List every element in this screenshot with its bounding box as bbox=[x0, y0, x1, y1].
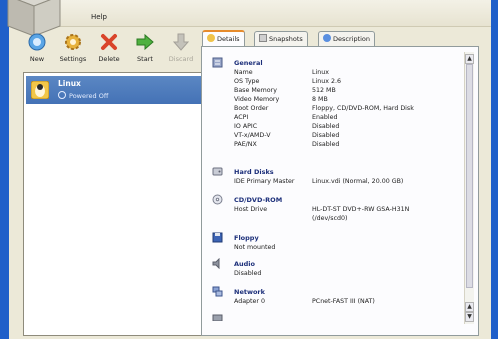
detail-value: HL-DT-ST DVD+-RW GSA-H31N bbox=[312, 206, 410, 213]
details-icon bbox=[207, 34, 215, 42]
detail-key: ACPI bbox=[234, 114, 249, 121]
vm-name: Linux bbox=[58, 79, 81, 88]
detail-value: Enabled bbox=[312, 114, 338, 121]
menu-help[interactable]: Help bbox=[91, 13, 107, 21]
new-button[interactable]: New bbox=[19, 30, 55, 70]
vm-state-label: Powered Off bbox=[69, 92, 109, 100]
detail-value: Disabled bbox=[312, 132, 340, 139]
detail-value: (/dev/scd0) bbox=[312, 215, 348, 222]
detail-value: 512 MB bbox=[312, 87, 336, 94]
detail-value: Linux bbox=[312, 69, 329, 76]
detail-value: 8 MB bbox=[312, 96, 328, 103]
detail-value: Disabled bbox=[312, 123, 340, 130]
hard-disks-title: Hard Disks bbox=[234, 168, 274, 176]
detail-key: Not mounted bbox=[234, 244, 276, 251]
start-arrow-icon bbox=[136, 33, 154, 51]
next-section-icon bbox=[212, 314, 223, 321]
tab-description[interactable]: Description bbox=[318, 31, 376, 46]
speaker-icon bbox=[212, 258, 220, 269]
delete-icon bbox=[101, 34, 117, 50]
scroll-up-button-2[interactable]: ▲ bbox=[465, 302, 474, 312]
general-title: General bbox=[234, 59, 263, 67]
scroll-down-button[interactable]: ▼ bbox=[465, 312, 474, 322]
tab-snapshots-label: Snapshots bbox=[269, 35, 303, 43]
details-scrollbar[interactable]: ▲ ▲ ▼ bbox=[464, 52, 474, 324]
tab-details-label: Details bbox=[217, 35, 240, 43]
menubar: Help bbox=[9, 0, 491, 27]
detail-value: Disabled bbox=[312, 141, 340, 148]
vm-list[interactable]: Linux Powered Off bbox=[23, 72, 205, 336]
delete-button[interactable]: Delete bbox=[91, 30, 127, 70]
network-icon bbox=[212, 286, 223, 297]
tab-snapshots[interactable]: Snapshots bbox=[254, 31, 308, 46]
detail-value: Linux 2.6 bbox=[312, 78, 341, 85]
scroll-thumb[interactable] bbox=[466, 64, 473, 288]
detail-key: Video Memory bbox=[234, 96, 280, 103]
vm-state: Powered Off bbox=[58, 91, 108, 100]
scroll-up-icon-2: ▲ bbox=[467, 303, 472, 310]
detail-key: IO APIC bbox=[234, 123, 258, 130]
detail-key: Boot Order bbox=[234, 105, 269, 112]
detail-key: VT-x/AMD-V bbox=[234, 132, 271, 139]
detail-key: IDE Primary Master bbox=[234, 178, 295, 185]
scroll-down-icon: ▼ bbox=[467, 313, 472, 320]
discard-button[interactable]: Discard bbox=[163, 30, 199, 70]
detail-key: Disabled bbox=[234, 270, 262, 277]
toolbar: New Settings Delete Start Discard bbox=[19, 30, 209, 70]
detail-value: Floppy, CD/DVD-ROM, Hard Disk bbox=[312, 105, 414, 112]
discard-arrow-icon bbox=[172, 33, 190, 51]
detail-key: Base Memory bbox=[234, 87, 277, 94]
detail-key: Name bbox=[234, 69, 253, 76]
network-title: Network bbox=[234, 288, 265, 296]
detail-key: OS Type bbox=[234, 78, 260, 85]
detail-value: Linux.vdi (Normal, 20.00 GB) bbox=[312, 178, 404, 185]
hard-disk-icon bbox=[212, 167, 223, 176]
linux-os-icon bbox=[31, 81, 49, 99]
cd-dvd-icon bbox=[212, 194, 223, 205]
audio-title: Audio bbox=[234, 260, 256, 268]
general-icon bbox=[212, 57, 223, 68]
scroll-up-button[interactable]: ▲ bbox=[465, 54, 474, 64]
detail-value: PCnet-FAST III (NAT) bbox=[312, 298, 375, 305]
new-icon bbox=[28, 33, 46, 51]
tab-details[interactable]: Details bbox=[202, 30, 245, 47]
gear-icon bbox=[65, 34, 81, 50]
tab-description-label: Description bbox=[333, 35, 371, 43]
vm-list-item[interactable]: Linux Powered Off bbox=[26, 76, 202, 104]
settings-button[interactable]: Settings bbox=[55, 30, 91, 70]
snapshots-icon bbox=[259, 34, 267, 42]
powered-off-icon bbox=[58, 91, 66, 99]
description-icon bbox=[323, 34, 331, 42]
detail-key: PAE/NX bbox=[234, 141, 257, 148]
floppy-icon bbox=[212, 232, 223, 243]
detail-key: Adapter 0 bbox=[234, 298, 265, 305]
scroll-up-icon: ▲ bbox=[467, 55, 472, 62]
floppy-title: Floppy bbox=[234, 234, 259, 242]
detail-key: Host Drive bbox=[234, 206, 268, 213]
cdrom-title: CD/DVD-ROM bbox=[234, 196, 283, 204]
start-button[interactable]: Start bbox=[127, 30, 163, 70]
